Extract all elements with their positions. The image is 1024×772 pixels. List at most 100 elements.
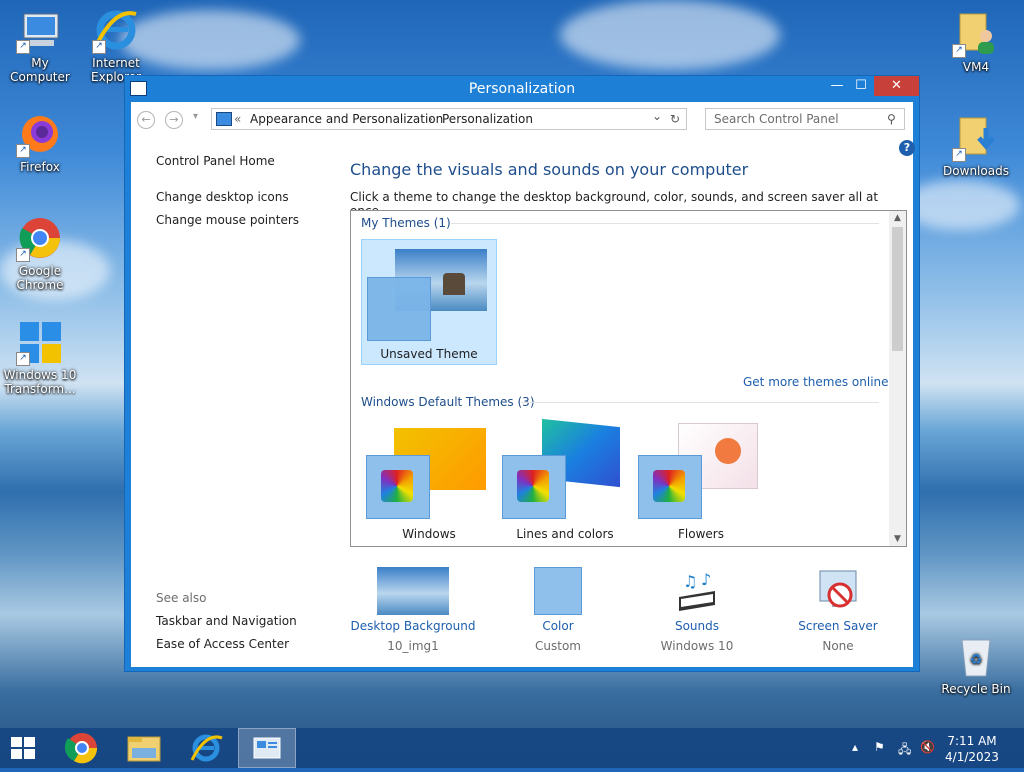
chrome-icon: ↗	[16, 214, 64, 262]
windows-logo-icon	[11, 737, 35, 759]
recent-locations-dropdown[interactable]: ▾	[193, 111, 198, 122]
theme-windows[interactable]: Windows	[361, 418, 497, 544]
setting-value: Windows 10	[660, 639, 734, 653]
window-title: Personalization	[468, 81, 576, 97]
flag-icon[interactable]: ⚑	[874, 740, 885, 754]
control-panel-icon	[216, 112, 232, 126]
group-divider	[521, 402, 879, 403]
back-button[interactable]: ←	[137, 111, 155, 129]
clock-date: 4/1/2023	[945, 750, 999, 764]
setting-label[interactable]: Desktop Background	[343, 619, 483, 633]
color-setting[interactable]: Color Custom	[488, 567, 628, 653]
scrollbar-thumb[interactable]	[892, 227, 903, 351]
theme-flowers[interactable]: Flowers	[633, 418, 769, 544]
scroll-up-icon[interactable]: ▲	[889, 213, 906, 223]
theme-color-swatch	[638, 455, 702, 519]
desktop-icon-windows10-transform[interactable]: ↗ Windows 10 Transform...	[0, 318, 80, 396]
left-pane: Control Panel Home Change desktop icons …	[131, 136, 329, 667]
desktop-icon-my-computer[interactable]: ↗ My Computer	[0, 6, 80, 84]
theme-unsaved[interactable]: Unsaved Theme	[361, 239, 497, 365]
theme-color-swatch	[367, 277, 431, 341]
taskbar-chrome[interactable]	[54, 728, 110, 768]
maximize-button[interactable]: ☐	[847, 76, 875, 96]
network-icon[interactable]: 🖧	[898, 740, 911, 761]
desktop-icon-label: Windows 10 Transform...	[3, 368, 77, 396]
shortcut-arrow-icon: ↗	[952, 148, 966, 162]
sounds-icon: ♫ ♪	[673, 567, 721, 615]
breadcrumb-appearance[interactable]: Appearance and Personalization	[250, 112, 443, 126]
palette-icon	[381, 470, 413, 502]
default-themes-heading: Windows Default Themes (3)	[361, 395, 535, 409]
desktop-icon-label: Recycle Bin	[941, 682, 1011, 696]
show-hidden-icons[interactable]: ▴	[852, 740, 858, 754]
get-more-themes-link[interactable]: Get more themes online	[743, 375, 889, 389]
chrome-icon	[64, 733, 98, 764]
address-dropdown[interactable]: ⌄	[652, 109, 662, 123]
screen-saver-icon	[814, 567, 862, 615]
start-button[interactable]	[0, 728, 46, 768]
theme-color-swatch	[366, 455, 430, 519]
clock-time: 7:11 AM	[947, 734, 997, 748]
search-icon[interactable]: ⚲	[887, 112, 896, 126]
clock[interactable]: 7:11 AM 4/1/2023	[942, 733, 1002, 765]
ease-of-access-link[interactable]: Ease of Access Center	[156, 637, 289, 651]
taskbar-file-explorer[interactable]	[116, 728, 172, 768]
setting-label[interactable]: Color	[488, 619, 628, 633]
folder-icon	[127, 736, 161, 762]
shortcut-arrow-icon: ↗	[16, 40, 30, 54]
desktop-icon-label: Firefox	[20, 160, 60, 174]
scroll-down-icon[interactable]: ▼	[889, 534, 906, 544]
volume-icon[interactable]: 🔇	[920, 740, 935, 754]
desktop-background-setting[interactable]: Desktop Background 10_img1	[343, 567, 483, 653]
desktop-icon-downloads[interactable]: ↗ Downloads	[936, 114, 1016, 178]
control-panel-icon	[253, 737, 281, 759]
group-divider	[451, 223, 879, 224]
desktop-icon-internet-explorer[interactable]: ↗ Internet Explorer	[78, 6, 154, 84]
setting-value: 10_img1	[387, 639, 439, 653]
change-mouse-pointers-link[interactable]: Change mouse pointers	[156, 213, 299, 227]
downloads-folder-icon: ↗	[952, 114, 1000, 162]
setting-value: None	[822, 639, 854, 653]
desktop-icon-google-chrome[interactable]: ↗ Google Chrome	[0, 214, 80, 292]
themes-scrollbar[interactable]: ▲ ▼	[889, 211, 906, 546]
control-panel-home-link[interactable]: Control Panel Home	[156, 154, 275, 168]
taskbar: ▴ ⚑ 🖧 🔇 7:11 AM 4/1/2023	[0, 728, 1024, 768]
change-desktop-icons-link[interactable]: Change desktop icons	[156, 190, 289, 204]
breadcrumb-overflow[interactable]: «	[234, 112, 241, 126]
close-button[interactable]: ✕	[874, 76, 919, 96]
setting-label[interactable]: Sounds	[627, 619, 767, 633]
desktop-icon-label: Downloads	[943, 164, 1009, 178]
breadcrumb[interactable]: « Appearance and Personalization › Perso…	[211, 108, 687, 130]
taskbar-navigation-link[interactable]: Taskbar and Navigation	[156, 614, 297, 628]
forward-button[interactable]: →	[165, 111, 183, 129]
address-bar: ← → ▾ « Appearance and Personalization ›…	[131, 102, 913, 136]
taskbar-control-panel[interactable]	[238, 728, 296, 768]
theme-name: Lines and colors	[516, 527, 614, 541]
sounds-setting[interactable]: ♫ ♪ Sounds Windows 10	[627, 567, 767, 653]
desktop-icon-firefox[interactable]: ↗ Firefox	[0, 110, 80, 174]
shortcut-arrow-icon: ↗	[92, 40, 106, 54]
desktop-icon-recycle-bin[interactable]: ♻ Recycle Bin	[936, 632, 1016, 696]
personalization-window: Personalization — ☐ ✕ ← → ▾ « Appearance…	[124, 75, 920, 672]
desktop-icon-vm4[interactable]: ↗ VM4	[936, 10, 1016, 74]
theme-name: Windows	[402, 527, 456, 541]
setting-label[interactable]: Screen Saver	[768, 619, 908, 633]
refresh-button[interactable]: ↻	[670, 112, 680, 126]
title-bar[interactable]: Personalization — ☐ ✕	[125, 76, 919, 102]
breadcrumb-personalization[interactable]: Personalization	[442, 112, 533, 126]
svg-text:♫: ♫	[683, 572, 697, 591]
help-icon[interactable]: ?	[899, 140, 915, 156]
computer-icon: ↗	[16, 6, 64, 54]
internet-explorer-icon: ↗	[92, 6, 140, 54]
palette-icon	[653, 470, 685, 502]
windows-logo-icon: ↗	[16, 318, 64, 366]
screen-saver-setting[interactable]: Screen Saver None	[768, 567, 908, 653]
desktop-icon-label: VM4	[962, 60, 990, 74]
theme-lines-and-colors[interactable]: Lines and colors	[497, 418, 633, 544]
shortcut-arrow-icon: ↗	[16, 352, 30, 366]
my-themes-heading: My Themes (1)	[361, 216, 451, 230]
see-also-heading: See also	[156, 591, 207, 605]
taskbar-internet-explorer[interactable]	[178, 728, 234, 768]
search-input[interactable]: Search Control Panel	[705, 108, 905, 130]
shortcut-arrow-icon: ↗	[16, 144, 30, 158]
